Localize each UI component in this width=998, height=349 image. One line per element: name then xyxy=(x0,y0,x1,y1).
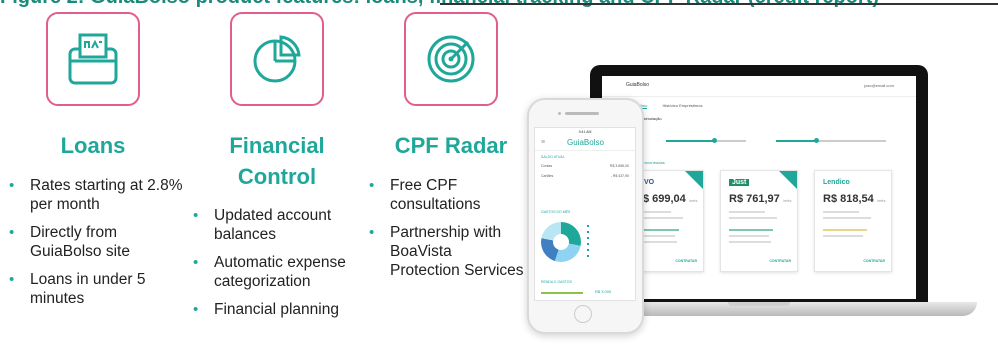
feature-title-line: Control xyxy=(237,164,317,189)
header-rule xyxy=(440,3,998,5)
donut-legend xyxy=(587,224,621,260)
list-item: Updated account balances xyxy=(190,206,370,244)
laptop-navbar: GuiaBolso joao@email.com xyxy=(602,76,916,97)
offer-amount-unit: /mês xyxy=(876,198,886,203)
balance-row-value: R$ 3.655,00 xyxy=(609,164,629,168)
term-slider-fill xyxy=(776,140,816,142)
balance-row[interactable]: Cartões - R$ 437,90 xyxy=(541,174,629,178)
loans-bullets: Rates starting at 2.8% per month Directl… xyxy=(6,176,186,317)
offer-detail-line xyxy=(823,235,863,237)
amount-slider-knob[interactable] xyxy=(712,138,717,143)
financial-control-bullets: Updated account balances Automatic expen… xyxy=(190,206,370,328)
offer-amount: R$ 818,54 /mês xyxy=(823,193,886,205)
phone-brand: GuiaBolso xyxy=(567,138,604,147)
expenses-section-label: GASTOS DO MÊS xyxy=(541,210,571,214)
legend-item xyxy=(587,254,621,259)
phone-speaker xyxy=(565,112,599,115)
offer-detail-line xyxy=(729,235,769,237)
balance-row-label: Contas xyxy=(541,164,553,168)
term-slider-knob[interactable] xyxy=(814,138,819,143)
offer-amount-unit: /mês xyxy=(782,198,792,203)
balance-section-label: SALDO ATUAL xyxy=(541,155,565,159)
list-item: Loans in under 5 minutes xyxy=(6,270,186,308)
list-item: Rates starting at 2.8% per month xyxy=(6,176,186,214)
income-value: R$ 3.000 xyxy=(595,289,612,294)
hamburger-menu-icon[interactable]: ≡ xyxy=(541,139,545,146)
offer-amount-value: R$ 761,97 xyxy=(729,193,780,205)
financial-control-icon-tile xyxy=(230,12,324,106)
offer-benefit-line xyxy=(729,229,773,231)
list-item: Financial planning xyxy=(190,300,370,319)
legend-item xyxy=(587,248,621,253)
offer-amount-value: R$ 818,54 xyxy=(823,193,874,205)
feature-title-line: Financial xyxy=(229,133,325,158)
laptop-notch xyxy=(728,302,790,306)
phone-home-button xyxy=(574,305,592,323)
legend-item xyxy=(587,242,621,247)
card-corner-badge xyxy=(779,171,797,189)
offer-brand: Lendico xyxy=(823,179,850,186)
list-item: Directly from GuiaBolso site xyxy=(6,223,186,261)
offer-amount: R$ 699,04 /mês xyxy=(635,193,698,205)
contract-button[interactable]: CONTRATAR xyxy=(863,259,885,263)
phone-camera xyxy=(558,112,561,115)
offer-brand: Just xyxy=(729,179,750,186)
offer-detail-line xyxy=(729,241,771,243)
balance-row-value: - R$ 437,90 xyxy=(610,174,629,178)
offer-benefit-line xyxy=(823,229,867,231)
phone-status-bar: 9:41 AM xyxy=(578,130,592,134)
simulation-controls xyxy=(626,126,892,152)
phone-screen: 9:41 AM ≡ GuiaBolso SALDO ATUAL Contas R… xyxy=(534,127,636,301)
offer-amount-unit: /mês xyxy=(688,198,698,203)
legend-item xyxy=(587,230,621,235)
feature-title-cpf-radar: CPF Radar xyxy=(394,133,508,158)
list-item: Automatic expense categorization xyxy=(190,253,370,291)
feature-title-financial-control: Financial Control xyxy=(214,130,340,192)
card-corner-badge xyxy=(685,171,703,189)
offer-amount: R$ 761,97 /mês xyxy=(729,193,792,205)
laptop-display: GuiaBolso joao@email.com Empréstimo Hist… xyxy=(602,76,916,299)
tab-historico[interactable]: Histórico Empréstimos xyxy=(662,103,702,108)
cpf-radar-icon-tile xyxy=(404,12,498,106)
offer-card[interactable]: Lendico R$ 818,54 /mês CONTRATAR xyxy=(814,170,892,272)
radar-icon xyxy=(427,35,475,83)
contract-button[interactable]: CONTRATAR xyxy=(675,259,697,263)
balance-row[interactable]: Contas R$ 3.655,00 xyxy=(541,164,629,168)
donut-hole xyxy=(553,234,569,250)
income-section-label: RENDA X GASTOS xyxy=(541,280,572,284)
loans-icon-tile xyxy=(46,12,140,106)
laptop-user-menu[interactable]: joao@email.com xyxy=(864,83,894,88)
offer-detail-line xyxy=(729,211,765,213)
legend-item xyxy=(587,236,621,241)
list-item: Free CPF consultations xyxy=(366,176,524,214)
income-bar xyxy=(541,292,583,294)
cpf-radar-bullets: Free CPF consultations Partnership with … xyxy=(366,176,524,289)
balance-row-label: Cartões xyxy=(541,174,554,178)
laptop-logo: GuiaBolso xyxy=(626,82,650,88)
offer-detail-line xyxy=(823,217,871,219)
legend-item xyxy=(587,224,621,229)
offer-card[interactable]: Just R$ 761,97 /mês CONTRATAR xyxy=(720,170,798,272)
feature-title-loans: Loans xyxy=(60,133,126,158)
contract-button[interactable]: CONTRATAR xyxy=(769,259,791,263)
pie-chart-icon xyxy=(253,35,301,83)
cut-off-header: Figure 2: GuiaBolso product features: lo… xyxy=(0,0,998,8)
list-item: Partnership with BoaVista Protection Ser… xyxy=(366,223,524,280)
amount-slider-fill xyxy=(666,140,714,142)
phone-app-header: ≡ GuiaBolso xyxy=(535,136,635,151)
offer-detail-line xyxy=(729,217,777,219)
offer-detail-line xyxy=(823,211,859,213)
payment-card-icon xyxy=(68,33,118,85)
